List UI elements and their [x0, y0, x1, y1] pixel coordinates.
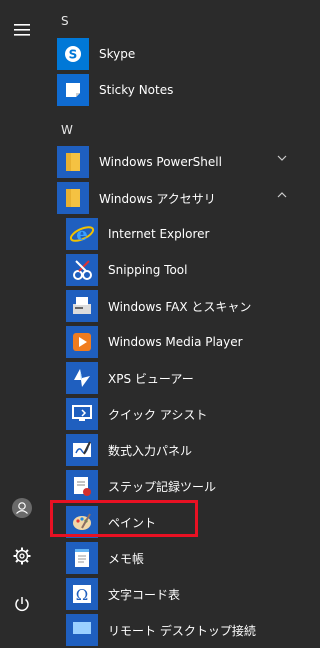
folder-item-windows-powershell[interactable]: Windows PowerShell: [57, 144, 303, 180]
app-label: メモ帳: [108, 551, 145, 566]
chevron-down-icon: [277, 155, 287, 161]
power-button[interactable]: [0, 586, 44, 622]
hamburger-menu-button[interactable]: [0, 12, 44, 48]
app-label: ステップ記録ツール: [108, 479, 217, 494]
app-label: リモート デスクトップ接続: [108, 623, 256, 638]
app-item-math-input-panel[interactable]: 数式入力パネル: [66, 432, 303, 468]
app-item-character-map[interactable]: Ω 文字コード表: [66, 576, 303, 612]
app-label: Windows Media Player: [108, 335, 243, 349]
start-rail: [0, 0, 44, 629]
folder-item-windows-accessories[interactable]: Windows アクセサリ: [57, 180, 303, 216]
app-item-remote-desktop[interactable]: リモート デスクトップ接続: [66, 612, 303, 648]
app-item-internet-explorer[interactable]: e Internet Explorer: [66, 216, 303, 252]
app-label: Internet Explorer: [108, 227, 210, 241]
app-label: Skype: [99, 47, 136, 61]
app-item-snipping-tool[interactable]: Snipping Tool: [66, 252, 303, 288]
notepad-icon: [66, 542, 98, 574]
svg-text:e: e: [76, 224, 87, 245]
gear-icon: [13, 547, 31, 565]
xps-viewer-icon: [66, 362, 98, 394]
app-item-notepad[interactable]: メモ帳: [66, 540, 303, 576]
steps-recorder-icon: [66, 470, 98, 502]
settings-button[interactable]: [0, 538, 44, 574]
app-item-windows-media-player[interactable]: Windows Media Player: [66, 324, 303, 360]
section-header-s[interactable]: S: [61, 14, 69, 28]
math-input-panel-icon: [66, 434, 98, 466]
power-icon: [15, 597, 29, 612]
user-account-button[interactable]: [0, 490, 44, 526]
app-label: Windows アクセサリ: [99, 191, 216, 206]
app-label: Windows PowerShell: [99, 155, 222, 169]
app-label: XPS ビューアー: [108, 371, 194, 386]
skype-icon: S: [57, 38, 89, 70]
app-label: 数式入力パネル: [108, 443, 193, 458]
app-label: 文字コード表: [108, 587, 181, 602]
app-label: Snipping Tool: [108, 263, 188, 277]
app-item-xps-viewer[interactable]: XPS ビューアー: [66, 360, 303, 396]
internet-explorer-icon: e: [66, 218, 98, 250]
app-item-skype[interactable]: S Skype: [57, 36, 303, 72]
svg-text:Ω: Ω: [76, 586, 88, 604]
paint-highlight-box: [50, 500, 198, 537]
svg-text:S: S: [69, 48, 78, 62]
app-item-steps-recorder[interactable]: ステップ記録ツール: [66, 468, 303, 504]
sticky-notes-icon: [57, 74, 89, 106]
app-label: Windows FAX とスキャン: [108, 299, 252, 314]
app-item-quick-assist[interactable]: クイック アシスト: [66, 396, 303, 432]
snipping-tool-icon: [66, 254, 98, 286]
user-avatar-icon: [12, 498, 32, 518]
quick-assist-icon: [66, 398, 98, 430]
app-label: クイック アシスト: [108, 407, 208, 422]
chevron-up-icon: [277, 192, 287, 198]
section-header-w[interactable]: W: [61, 123, 73, 137]
character-map-icon: Ω: [66, 578, 98, 610]
media-player-icon: [66, 326, 98, 358]
fax-scanner-icon: [66, 290, 98, 322]
remote-desktop-icon: [66, 614, 98, 646]
app-label: Sticky Notes: [99, 83, 174, 97]
app-item-sticky-notes[interactable]: Sticky Notes: [57, 72, 303, 108]
app-item-windows-fax-scan[interactable]: Windows FAX とスキャン: [66, 288, 303, 324]
folder-icon: [57, 182, 89, 214]
folder-icon: [57, 146, 89, 178]
hamburger-icon: [14, 24, 30, 36]
